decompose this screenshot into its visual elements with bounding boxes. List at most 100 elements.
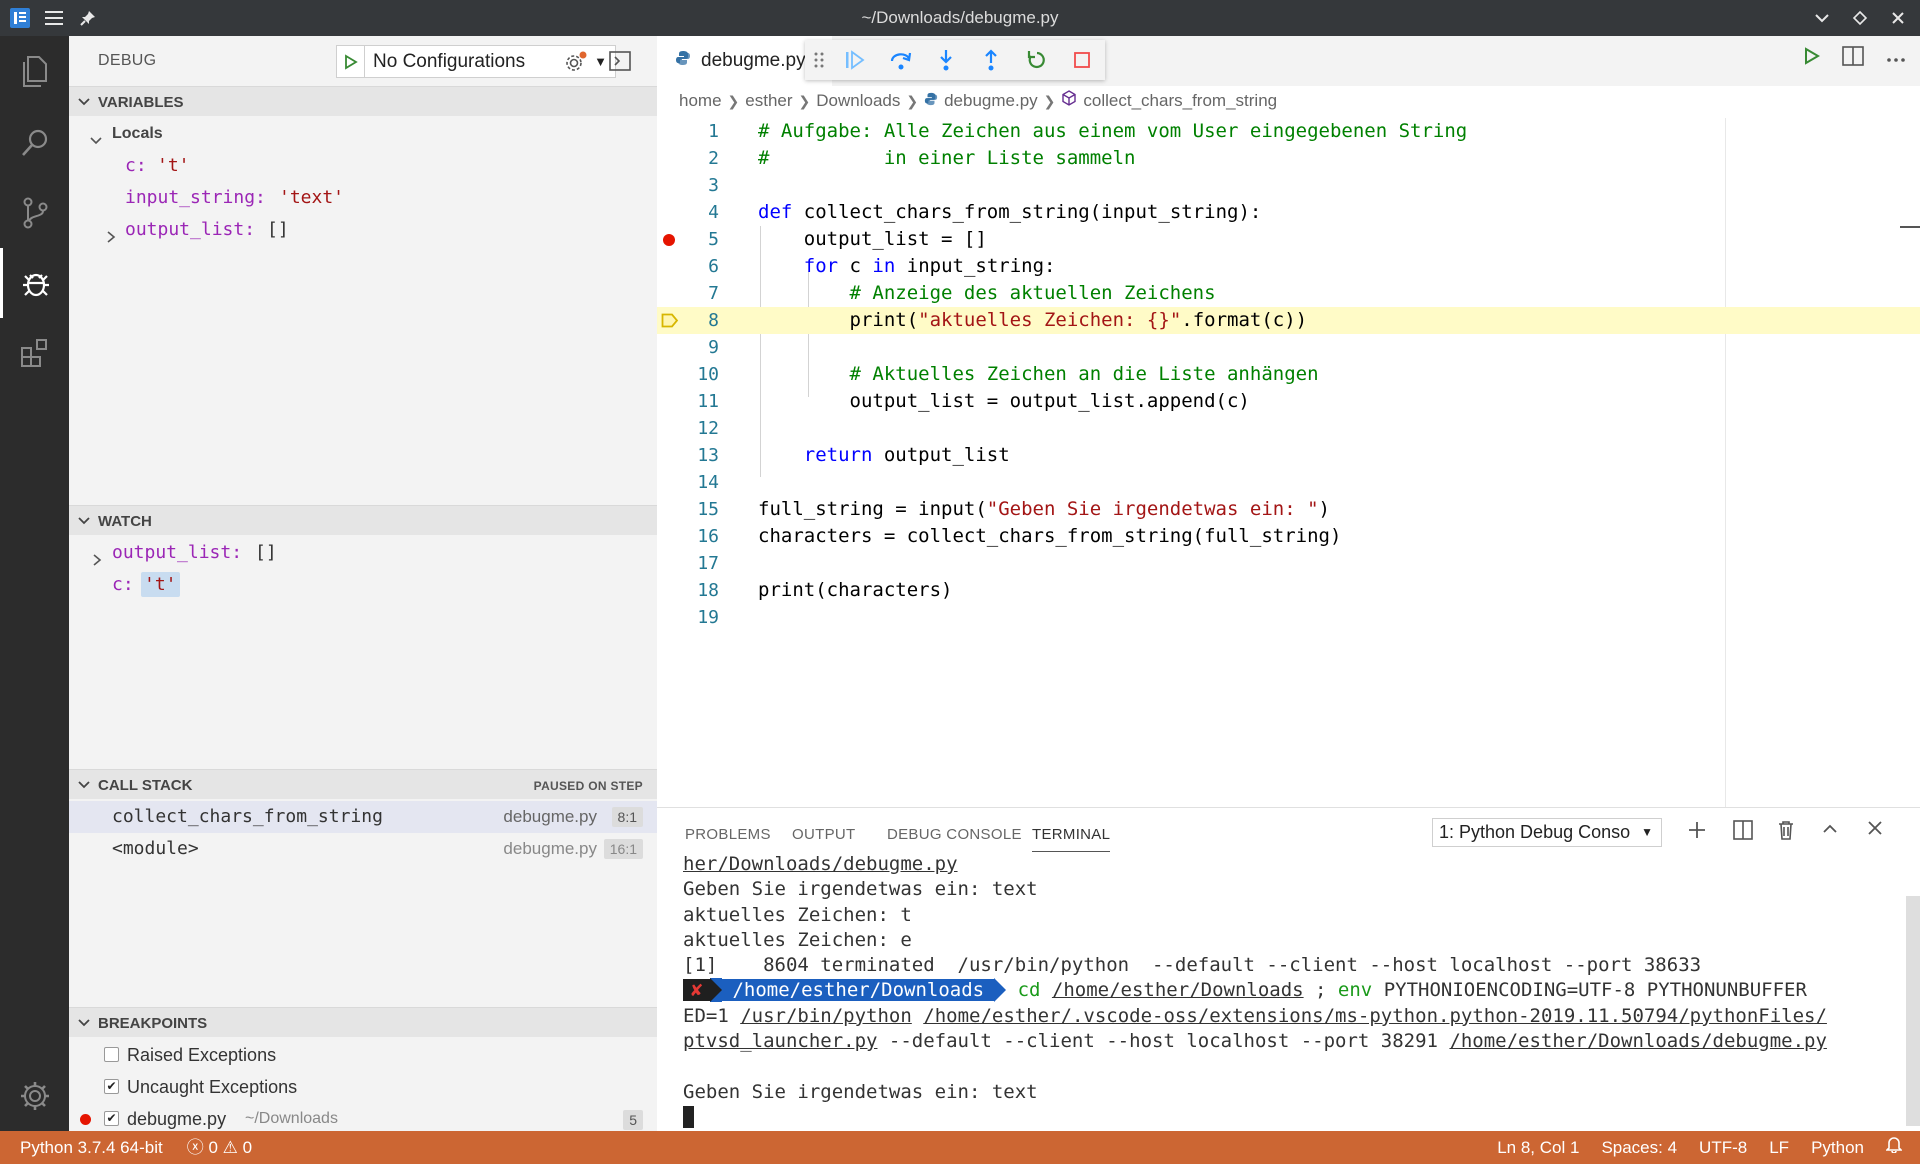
step-over-icon[interactable] — [878, 40, 923, 80]
trash-icon[interactable] — [1777, 820, 1795, 845]
frame-file: debugme.py — [503, 839, 597, 858]
python-interpreter[interactable]: Python 3.7.4 64-bit — [20, 1131, 163, 1164]
call-stack-section-header[interactable]: CALL STACK PAUSED ON STEP — [69, 769, 657, 799]
settings-gear-icon[interactable] — [0, 1061, 69, 1131]
breakpoint-dot-icon — [80, 1114, 91, 1125]
chevron-right-icon: ❯ — [727, 93, 740, 109]
new-terminal-icon[interactable] — [1687, 820, 1707, 845]
tab-debug-console[interactable]: DEBUG CONSOLE — [887, 826, 1022, 843]
breakpoint-label: Uncaught Exceptions — [127, 1077, 298, 1097]
variables-section-header[interactable]: VARIABLES — [69, 86, 657, 116]
locals-scope[interactable]: Locals — [69, 118, 657, 149]
breakpoints-section-header[interactable]: BREAKPOINTS — [69, 1007, 657, 1037]
checkbox[interactable]: ✔ — [104, 1079, 119, 1094]
breadcrumb-item[interactable]: home — [679, 86, 722, 116]
watch-row[interactable]: output_list: [] — [69, 537, 657, 568]
tab-problems[interactable]: PROBLEMS — [685, 826, 771, 843]
run-icon[interactable] — [1804, 47, 1820, 70]
breakpoint-row[interactable]: Raised Exceptions — [69, 1039, 657, 1071]
stop-icon[interactable] — [1060, 40, 1105, 80]
variable-row[interactable]: input_string: 'text' — [69, 182, 657, 213]
drag-handle-icon[interactable] — [805, 40, 833, 80]
breadcrumb-item[interactable]: Downloads — [816, 86, 900, 116]
editor-tabs: debugme.py — [657, 36, 1920, 86]
indentation[interactable]: Spaces: 4 — [1601, 1131, 1677, 1164]
terminal-scrollbar[interactable] — [1906, 896, 1920, 1126]
debug-toolbar — [805, 40, 1105, 80]
watch-name: output_list: — [112, 542, 243, 563]
close-icon[interactable] — [1886, 6, 1910, 30]
extensions-icon[interactable] — [0, 318, 69, 388]
code-line: 7 # Anzeige des aktuellen Zeichens — [708, 282, 1216, 304]
close-panel-icon[interactable] — [1867, 820, 1883, 841]
split-editor-icon[interactable] — [1842, 46, 1864, 71]
code-line: 13 return output_list — [697, 444, 1010, 466]
frame-name: collect_chars_from_string — [112, 806, 383, 827]
stack-frame[interactable]: <module> debugme.py 16:1 — [69, 833, 657, 865]
code-line: 9 — [708, 337, 719, 358]
tab-output[interactable]: OUTPUT — [792, 826, 855, 843]
step-into-icon[interactable] — [923, 40, 968, 80]
terminal-select[interactable]: 1: Python Debug Conso ▼ — [1432, 818, 1662, 847]
code-line: 11 output_list = output_list.append(c) — [697, 390, 1250, 412]
problems-indicator[interactable]: ⓧ 0 ⚠ 0 — [187, 1131, 252, 1164]
watch-name: c: — [112, 574, 134, 595]
error-status-icon: ✘ — [683, 979, 711, 1002]
method-cube-icon — [1061, 86, 1077, 116]
stack-frame[interactable]: collect_chars_from_string debugme.py 8:1 — [69, 801, 657, 833]
source-control-icon[interactable] — [0, 178, 69, 248]
breakpoint-row[interactable]: ✔ Uncaught Exceptions — [69, 1071, 657, 1103]
code-line: 3 — [708, 175, 719, 196]
tab-terminal[interactable]: TERMINAL — [1032, 826, 1111, 852]
minimize-icon[interactable] — [1810, 6, 1834, 30]
restart-icon[interactable] — [1014, 40, 1059, 80]
title-bar: ~/Downloads/debugme.py — [0, 0, 1920, 36]
call-stack-label: CALL STACK — [98, 777, 193, 794]
maximize-icon[interactable] — [1848, 6, 1872, 30]
variable-value: [] — [267, 219, 289, 240]
continue-icon[interactable] — [833, 40, 878, 80]
breadcrumb-item[interactable]: esther — [745, 86, 792, 116]
cursor-position[interactable]: Ln 8, Col 1 — [1497, 1131, 1579, 1164]
watch-row[interactable]: c: 't' — [69, 569, 657, 600]
chevron-up-icon[interactable] — [1821, 820, 1839, 843]
chevron-right-icon[interactable] — [105, 223, 117, 254]
variable-row[interactable]: c: 't' — [69, 150, 657, 181]
debug-icon[interactable] — [0, 248, 69, 318]
code-line: 4 def collect_chars_from_string(input_str… — [708, 201, 1262, 223]
split-terminal-icon[interactable] — [1733, 820, 1753, 845]
prompt-directory: /home/esther/Downloads — [722, 979, 995, 1002]
terminal-output[interactable]: her/Downloads/debugme.py Geben Sie irgen… — [683, 852, 1883, 1130]
more-actions-icon[interactable] — [1886, 50, 1906, 68]
variable-row[interactable]: output_list: [] — [69, 214, 657, 245]
line-ending[interactable]: LF — [1769, 1131, 1789, 1164]
explorer-icon[interactable] — [0, 36, 69, 106]
breadcrumb-item[interactable]: debugme.py — [944, 86, 1038, 116]
checkbox[interactable]: ✔ — [104, 1111, 119, 1126]
step-out-icon[interactable] — [969, 40, 1014, 80]
debug-settings-gear-icon[interactable] — [563, 50, 589, 79]
variable-name: output_list: — [125, 219, 256, 240]
chevron-right-icon: ❯ — [1043, 93, 1056, 109]
variable-name: input_string: — [125, 187, 266, 208]
watch-label: WATCH — [98, 513, 152, 530]
variables-label: VARIABLES — [98, 94, 184, 111]
notification-bell-icon[interactable] — [1885, 1131, 1903, 1164]
code-editor[interactable]: 1 # Aufgabe: Alle Zeichen aus einem vom U… — [657, 118, 1920, 678]
python-file-icon — [675, 50, 691, 72]
encoding[interactable]: UTF-8 — [1699, 1131, 1747, 1164]
checkbox[interactable] — [104, 1047, 119, 1062]
code-line: 5 output_list = [] — [657, 226, 1920, 253]
chevron-down-icon — [77, 95, 91, 114]
debug-console-icon[interactable] — [609, 51, 631, 76]
frame-name: <module> — [112, 838, 199, 859]
watch-section-header[interactable]: WATCH — [69, 505, 657, 535]
python-file-icon — [924, 86, 938, 116]
current-line: 8 print("aktuelles Zeichen: {}".format(c… — [657, 307, 1920, 334]
language-mode[interactable]: Python — [1811, 1131, 1864, 1164]
start-debugging-icon[interactable] — [337, 46, 365, 77]
breadcrumb-item[interactable]: collect_chars_from_string — [1083, 86, 1277, 116]
activity-bar — [0, 36, 69, 1131]
terminal-prompt-line: ✘/home/esther/Downloads cd /home/esther/… — [683, 978, 1883, 1003]
search-icon[interactable] — [0, 108, 69, 178]
